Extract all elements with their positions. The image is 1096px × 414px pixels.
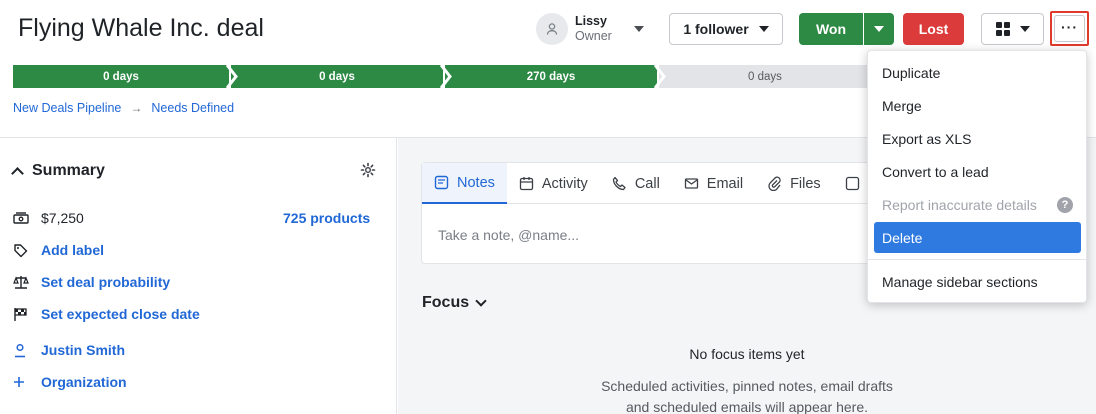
- follower-button[interactable]: 1 follower: [669, 13, 783, 45]
- won-dropdown-button[interactable]: [864, 13, 894, 45]
- lost-button[interactable]: Lost: [903, 13, 964, 45]
- deal-value[interactable]: $7,250: [41, 210, 84, 226]
- note-input[interactable]: Take a note, @name...: [438, 227, 579, 243]
- tab-call[interactable]: Call: [600, 163, 672, 204]
- money-icon: [13, 211, 31, 225]
- tab-files[interactable]: Files: [755, 163, 833, 204]
- gear-icon[interactable]: [360, 162, 376, 183]
- menu-item-report-inaccurate: Report inaccurate details ?: [874, 189, 1081, 220]
- scale-icon: [13, 275, 31, 290]
- person-row[interactable]: Justin Smith: [13, 342, 125, 358]
- grid-icon: [995, 22, 1010, 36]
- menu-item-convert-to-lead[interactable]: Convert to a lead: [874, 156, 1081, 187]
- menu-divider: [868, 259, 1086, 260]
- menu-item-delete[interactable]: Delete: [874, 222, 1081, 253]
- follower-label: 1 follower: [683, 21, 749, 37]
- chevron-down-icon: [758, 26, 769, 32]
- person-icon: [13, 343, 31, 358]
- chevron-down-icon: [874, 26, 884, 32]
- chevron-down-icon: [1019, 26, 1030, 32]
- note-icon: [434, 175, 449, 190]
- composer-tabs: Notes Activity Call Email Files: [422, 163, 910, 204]
- owner-selector[interactable]: Lissy Owner: [536, 13, 644, 45]
- view-layout-button[interactable]: [981, 13, 1044, 45]
- phone-icon: [612, 176, 626, 191]
- menu-item-manage-sidebar[interactable]: Manage sidebar sections: [874, 266, 1081, 297]
- chevron-down-icon: [633, 26, 644, 32]
- owner-role: Owner: [575, 29, 612, 43]
- menu-item-duplicate[interactable]: Duplicate: [874, 57, 1081, 88]
- probability-row[interactable]: Set deal probability: [13, 274, 170, 290]
- tab-activity[interactable]: Activity: [507, 163, 600, 204]
- organization-row[interactable]: Organization: [13, 374, 127, 390]
- help-icon[interactable]: ?: [1057, 196, 1073, 213]
- add-label-link[interactable]: Add label: [41, 242, 104, 258]
- owner-name: Lissy: [575, 14, 607, 28]
- plus-icon: [13, 376, 31, 388]
- close-date-row[interactable]: Set expected close date: [13, 306, 200, 322]
- menu-item-merge[interactable]: Merge: [874, 90, 1081, 121]
- person-link[interactable]: Justin Smith: [41, 342, 125, 358]
- won-button[interactable]: Won: [799, 13, 863, 45]
- organization-link[interactable]: Organization: [41, 374, 127, 390]
- tag-icon: [13, 243, 31, 258]
- summary-toggle[interactable]: Summary: [11, 162, 105, 180]
- add-label-row[interactable]: Add label: [13, 242, 104, 258]
- focus-toggle[interactable]: Focus: [422, 294, 487, 312]
- focus-title: Focus: [422, 294, 470, 311]
- more-actions-button[interactable]: ···: [1050, 11, 1089, 46]
- user-avatar-icon: [536, 13, 568, 45]
- breadcrumb: New Deals Pipeline → Needs Defined: [13, 101, 234, 115]
- products-link[interactable]: 725 products: [283, 210, 370, 226]
- document-icon: [845, 176, 859, 191]
- ellipsis-icon: ···: [1054, 15, 1085, 42]
- paperclip-icon: [768, 176, 781, 191]
- more-actions-menu: Duplicate Merge Export as XLS Convert to…: [867, 50, 1087, 303]
- focus-empty-title: No focus items yet: [689, 346, 805, 362]
- note-composer: Notes Activity Call Email Files Take a n…: [421, 162, 911, 264]
- breadcrumb-pipeline-link[interactable]: New Deals Pipeline: [13, 101, 121, 115]
- mail-icon: [684, 178, 698, 189]
- tab-email[interactable]: Email: [672, 163, 755, 204]
- focus-empty-description: Scheduled activities, pinned notes, emai…: [601, 378, 893, 414]
- deal-title: Flying Whale Inc. deal: [18, 14, 264, 42]
- deal-value-row: $7,250: [13, 210, 84, 226]
- arrow-right-icon: →: [130, 101, 143, 115]
- calendar-icon: [519, 177, 534, 191]
- chevron-up-icon: [11, 167, 24, 180]
- chevron-down-icon: [475, 295, 487, 307]
- summary-title: Summary: [32, 162, 105, 179]
- set-close-date-link[interactable]: Set expected close date: [41, 306, 200, 322]
- tab-notes[interactable]: Notes: [422, 163, 507, 204]
- menu-item-export-xls[interactable]: Export as XLS: [874, 123, 1081, 154]
- set-probability-link[interactable]: Set deal probability: [41, 274, 170, 290]
- breadcrumb-stage-link[interactable]: Needs Defined: [151, 101, 234, 115]
- flag-icon: [13, 307, 31, 322]
